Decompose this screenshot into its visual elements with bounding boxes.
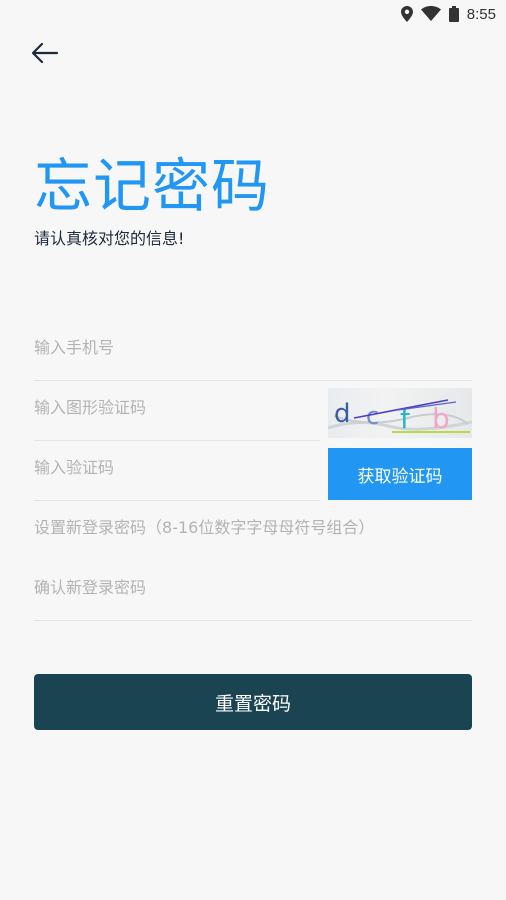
page-title: 忘记密码: [34, 152, 271, 220]
captcha-graphic: d c f b: [328, 399, 472, 435]
battery-icon: [448, 6, 459, 22]
captcha-char-1: d: [334, 399, 351, 429]
back-arrow-icon: [31, 42, 59, 64]
status-bar: 8:55: [0, 0, 506, 28]
sms-code-field: [34, 440, 320, 501]
captcha-field: [34, 380, 320, 441]
get-code-button[interactable]: 获取验证码: [328, 448, 472, 500]
captcha-image[interactable]: d c f b: [328, 388, 472, 438]
back-button[interactable]: [28, 38, 62, 68]
confirm-password-field: [34, 560, 472, 621]
status-icons: 8:55: [400, 4, 496, 24]
page-subtitle: 请认真核对您的信息!: [34, 229, 185, 248]
new-password-field: [34, 500, 472, 561]
reset-password-button[interactable]: 重置密码: [34, 674, 472, 730]
phone-field: [34, 320, 472, 381]
phone-input[interactable]: [34, 337, 472, 357]
status-time: 8:55: [466, 5, 496, 23]
location-icon: [400, 6, 413, 22]
captcha-char-4: b: [432, 402, 450, 435]
wifi-icon: [420, 6, 441, 21]
sms-code-input[interactable]: [34, 457, 320, 477]
confirm-password-input[interactable]: [34, 577, 472, 597]
new-password-input[interactable]: [34, 517, 472, 537]
captcha-input[interactable]: [34, 397, 320, 417]
